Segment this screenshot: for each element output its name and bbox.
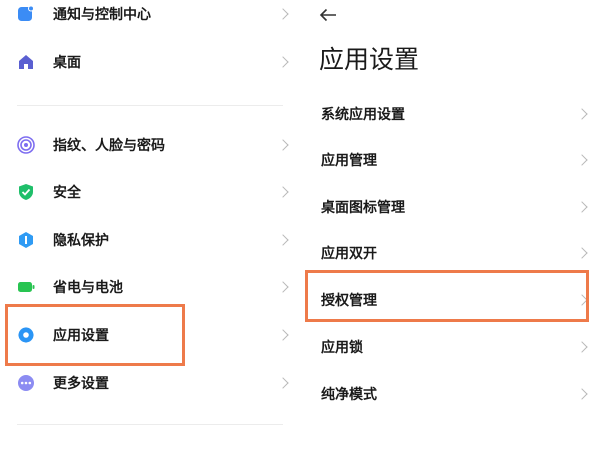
chevron-right-icon (277, 234, 289, 246)
chevron-right-icon (277, 8, 289, 20)
settings-item-security[interactable]: 安全 (0, 172, 300, 212)
chevron-right-icon (576, 108, 588, 120)
menu-item-label: 应用锁 (321, 340, 363, 356)
menu-item-label: 系统应用设置 (321, 107, 405, 123)
settings-item-power-battery[interactable]: 省电与电池 (0, 267, 300, 307)
menu-item-app-management[interactable]: 应用管理 (301, 140, 600, 180)
chevron-right-icon (277, 139, 289, 151)
chevron-right-icon (277, 56, 289, 68)
highlight-box-app-settings (5, 304, 185, 366)
menu-item-label: 纯净模式 (321, 387, 377, 403)
menu-item-app-lock[interactable]: 应用锁 (301, 327, 600, 367)
menu-item-system-app-settings[interactable]: 系统应用设置 (301, 94, 600, 134)
chevron-right-icon (576, 247, 588, 259)
privacy-icon (19, 232, 33, 248)
settings-item-desktop[interactable]: 桌面 (0, 42, 300, 82)
settings-item-label: 更多设置 (53, 376, 109, 392)
settings-item-label: 隐私保护 (53, 233, 109, 249)
more-icon (18, 375, 34, 391)
menu-item-label: 应用管理 (321, 153, 377, 169)
chevron-right-icon (576, 154, 588, 166)
menu-item-desktop-icon-management[interactable]: 桌面图标管理 (301, 187, 600, 227)
settings-item-notification-control-center[interactable]: 通知与控制中心 (0, 0, 300, 34)
menu-item-dual-apps[interactable]: 应用双开 (301, 233, 600, 273)
menu-item-pure-mode[interactable]: 纯净模式 (301, 374, 600, 414)
app-settings-page: 应用设置 系统应用设置 应用管理 桌面图标管理 应用双开 授权管理 应用锁 纯净… (301, 0, 600, 450)
section-divider (17, 424, 283, 425)
highlight-box-permission-management (305, 270, 589, 322)
chevron-right-icon (576, 201, 588, 213)
chevron-right-icon (277, 377, 289, 389)
chevron-right-icon (277, 281, 289, 293)
settings-main-list: 通知与控制中心 桌面 指纹、人脸与密码 安全 隐私保护 省电与电池 应用设置 更… (0, 0, 300, 450)
section-divider (17, 105, 283, 106)
battery-icon (18, 282, 35, 292)
settings-item-label: 通知与控制中心 (53, 7, 151, 23)
chevron-right-icon (576, 341, 588, 353)
back-arrow-icon[interactable] (317, 4, 339, 26)
menu-item-label: 应用双开 (321, 246, 377, 262)
settings-item-label: 桌面 (53, 55, 81, 71)
settings-item-more-settings[interactable]: 更多设置 (0, 363, 300, 403)
settings-item-label: 省电与电池 (53, 280, 123, 296)
home-icon (19, 55, 33, 69)
fingerprint-icon (17, 136, 35, 154)
notification-icon (18, 5, 34, 21)
settings-item-fingerprint-face-password[interactable]: 指纹、人脸与密码 (0, 125, 300, 165)
settings-item-privacy[interactable]: 隐私保护 (0, 220, 300, 260)
menu-item-label: 桌面图标管理 (321, 200, 405, 216)
chevron-right-icon (277, 329, 289, 341)
settings-item-label: 指纹、人脸与密码 (53, 138, 165, 154)
chevron-right-icon (277, 186, 289, 198)
shield-icon (19, 184, 33, 200)
settings-item-label: 安全 (53, 185, 81, 201)
chevron-right-icon (576, 388, 588, 400)
page-title: 应用设置 (319, 45, 420, 74)
